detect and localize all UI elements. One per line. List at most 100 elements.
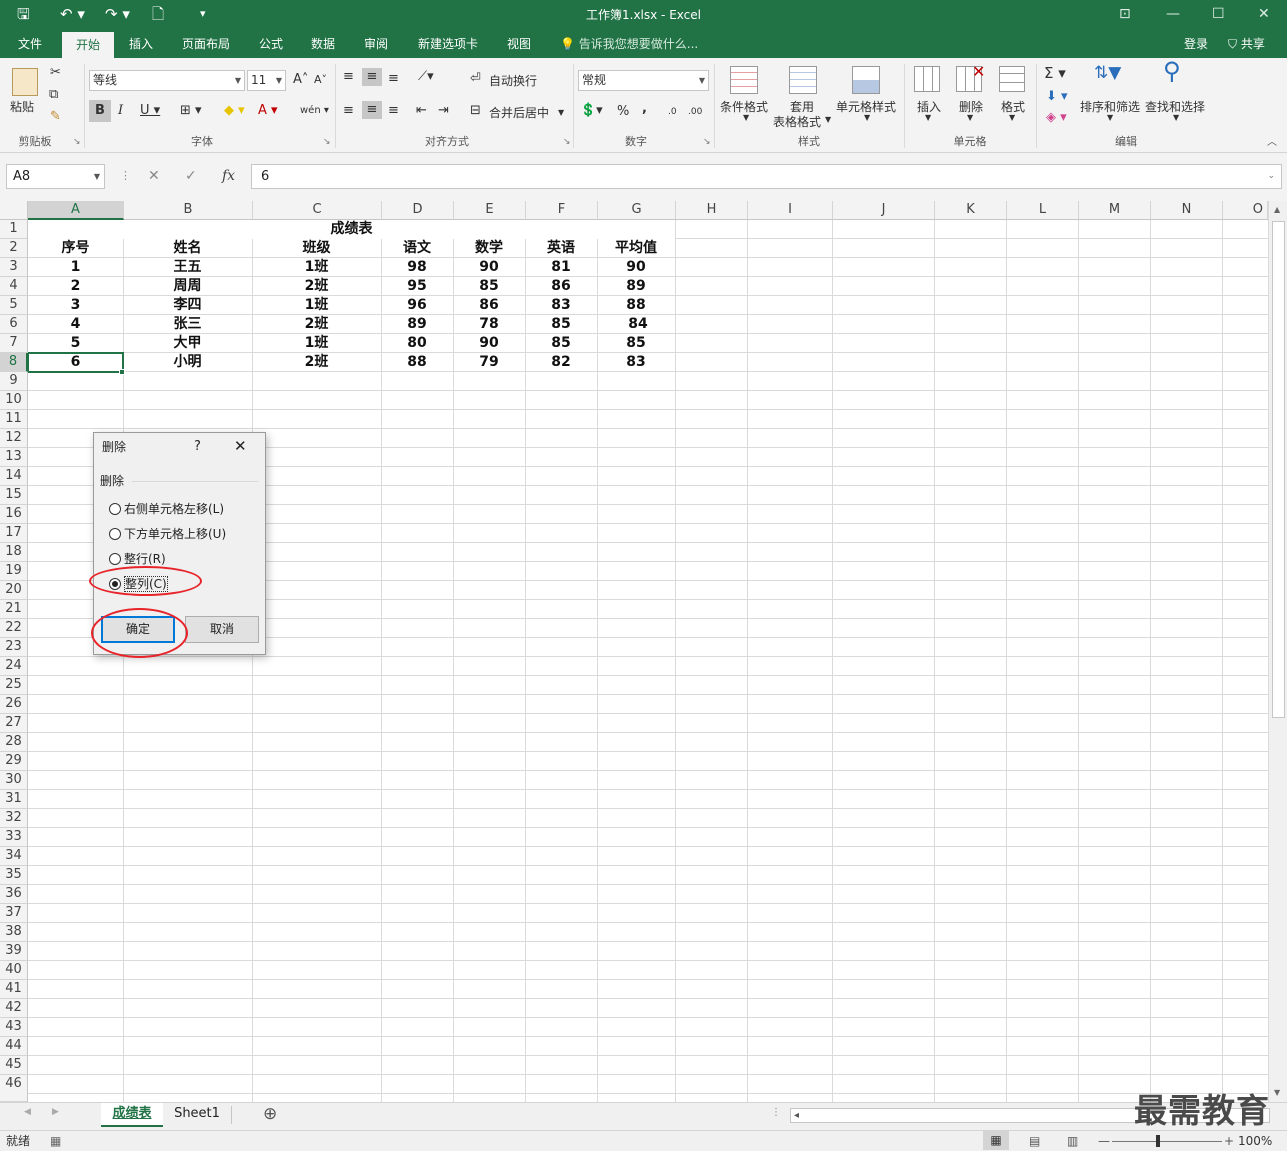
name-box[interactable]: A8 ▼ [6, 164, 105, 189]
alignment-launcher-icon[interactable]: ↘ [563, 137, 571, 147]
row-header-9[interactable]: 9 [0, 372, 28, 391]
grow-font-icon[interactable]: A˄ [293, 71, 308, 89]
fill-handle[interactable] [119, 369, 125, 375]
vertical-scroll-thumb[interactable] [1272, 221, 1285, 718]
align-right-icon[interactable]: ≡ [388, 102, 399, 120]
table-cell[interactable]: 85 [525, 334, 597, 352]
fill-color-icon[interactable]: ◆ ▾ [224, 102, 245, 120]
zoom-out-icon[interactable]: — [1098, 1131, 1110, 1151]
worksheet-grid[interactable]: 成绩表 序号 姓名 班级 语文 数学 英语 平均值 1 王五 1班 98 90 … [28, 220, 1268, 1102]
table-cell[interactable]: 78 [453, 315, 525, 333]
format-cells-icon[interactable] [999, 66, 1025, 92]
table-cell[interactable]: 1班 [252, 334, 381, 352]
wrap-text-icon[interactable]: ⏎ [470, 70, 481, 88]
row-header-3[interactable]: 3 [0, 258, 28, 277]
row-header-45[interactable]: 45 [0, 1056, 28, 1075]
autosum-icon[interactable]: Σ ▾ [1044, 64, 1066, 82]
cancel-button[interactable]: 取消 [185, 616, 259, 643]
sheet-tab-scores[interactable]: 成绩表 [101, 1103, 163, 1127]
table-cell[interactable]: 2 [28, 277, 123, 295]
ribbon-display-options-icon[interactable]: ⊡ [1119, 4, 1131, 24]
copy-icon[interactable]: ⧉ [49, 86, 58, 104]
column-header-b[interactable]: B [124, 201, 253, 220]
bold-button[interactable]: B [89, 100, 111, 122]
scroll-down-icon[interactable]: ▼ [1274, 1088, 1280, 1097]
row-header-31[interactable]: 31 [0, 790, 28, 809]
column-header-k[interactable]: K [935, 201, 1007, 220]
font-name-combo[interactable]: 等线 ▼ [89, 70, 245, 91]
table-cell[interactable]: 82 [525, 353, 597, 371]
radio-shift-left[interactable]: 右侧单元格左移(L) [109, 501, 224, 517]
row-header-8[interactable]: 8 [0, 353, 28, 372]
scroll-up-icon[interactable]: ▲ [1274, 205, 1280, 214]
row-header-24[interactable]: 24 [0, 657, 28, 676]
row-header-33[interactable]: 33 [0, 828, 28, 847]
tab-insert[interactable]: 插入 [120, 30, 162, 58]
header-cell-seq[interactable]: 序号 [28, 239, 123, 257]
align-middle-icon[interactable]: ≡ [362, 68, 382, 86]
table-cell[interactable]: 2班 [252, 353, 381, 371]
row-header-32[interactable]: 32 [0, 809, 28, 828]
align-top-icon[interactable]: ≡ [343, 68, 354, 86]
row-header-23[interactable]: 23 [0, 638, 28, 657]
column-header-m[interactable]: M [1079, 201, 1151, 220]
row-header-5[interactable]: 5 [0, 296, 28, 315]
table-cell[interactable]: 大甲 [123, 334, 252, 352]
row-header-16[interactable]: 16 [0, 505, 28, 524]
align-left-icon[interactable]: ≡ [343, 102, 354, 120]
radio-entire-row[interactable]: 整行(R) [109, 551, 166, 567]
row-header-46[interactable]: 46 [0, 1075, 28, 1102]
table-cell[interactable]: 王五 [123, 258, 252, 276]
column-header-i[interactable]: I [748, 201, 833, 220]
table-cell[interactable]: 2班 [252, 315, 381, 333]
row-header-42[interactable]: 42 [0, 999, 28, 1018]
decrease-indent-icon[interactable]: ⇤ [416, 102, 427, 120]
sheet-title-cell[interactable]: 成绩表 [28, 220, 675, 239]
wrap-text-button[interactable]: 自动换行 [489, 72, 537, 89]
table-cell[interactable]: 83 [525, 296, 597, 314]
header-cell-chinese[interactable]: 语文 [381, 239, 453, 257]
formula-input[interactable]: 6 ⌄ [251, 164, 1282, 189]
fill-down-icon[interactable]: ⬇ ▾ [1046, 88, 1068, 106]
accounting-format-icon[interactable]: 💲▾ [580, 102, 603, 120]
decrease-decimal-icon[interactable]: .00 [688, 103, 702, 121]
page-layout-view-icon[interactable]: ▤ [1029, 1131, 1040, 1151]
row-header-25[interactable]: 25 [0, 676, 28, 695]
split-handle-icon[interactable]: ⋮ [771, 1107, 781, 1118]
tab-review[interactable]: 审阅 [355, 30, 397, 58]
row-header-11[interactable]: 11 [0, 410, 28, 429]
column-header-d[interactable]: D [382, 201, 454, 220]
normal-view-icon[interactable]: ▦ [983, 1130, 1009, 1150]
table-cell[interactable]: 95 [381, 277, 453, 295]
row-header-41[interactable]: 41 [0, 980, 28, 999]
column-header-e[interactable]: E [454, 201, 526, 220]
table-cell[interactable]: 88 [597, 296, 675, 314]
column-header-c[interactable]: C [253, 201, 382, 220]
row-header-7[interactable]: 7 [0, 334, 28, 353]
row-header-17[interactable]: 17 [0, 524, 28, 543]
sheet-prev-icon[interactable]: ◀ [24, 1107, 31, 1117]
column-header-n[interactable]: N [1151, 201, 1223, 220]
tab-page-layout[interactable]: 页面布局 [172, 30, 240, 58]
underline-button[interactable]: U ▾ [140, 102, 160, 120]
zoom-in-icon[interactable]: + [1224, 1131, 1234, 1151]
close-window-icon[interactable]: ✕ [1258, 4, 1270, 24]
table-cell[interactable]: 88 [381, 353, 453, 371]
chevron-down-icon[interactable]: ▼ [558, 104, 564, 122]
column-header-j[interactable]: J [833, 201, 935, 220]
column-header-l[interactable]: L [1007, 201, 1079, 220]
row-header-13[interactable]: 13 [0, 448, 28, 467]
percent-style-icon[interactable]: % [617, 103, 629, 121]
table-cell[interactable]: 90 [453, 334, 525, 352]
row-header-10[interactable]: 10 [0, 391, 28, 410]
expand-formula-icon[interactable]: ⌄ [1267, 165, 1275, 188]
column-header-o[interactable]: O [1223, 201, 1268, 220]
align-center-icon[interactable]: ≡ [362, 101, 382, 119]
add-sheet-icon[interactable]: ⊕ [263, 1104, 277, 1124]
table-cell[interactable]: 3 [28, 296, 123, 314]
tab-home[interactable]: 开始 [62, 32, 114, 58]
zoom-slider-thumb[interactable] [1156, 1135, 1160, 1147]
sheet-next-icon[interactable]: ▶ [52, 1107, 59, 1117]
sort-filter-icon[interactable]: ⇅▼ [1094, 64, 1121, 82]
row-header-43[interactable]: 43 [0, 1018, 28, 1037]
